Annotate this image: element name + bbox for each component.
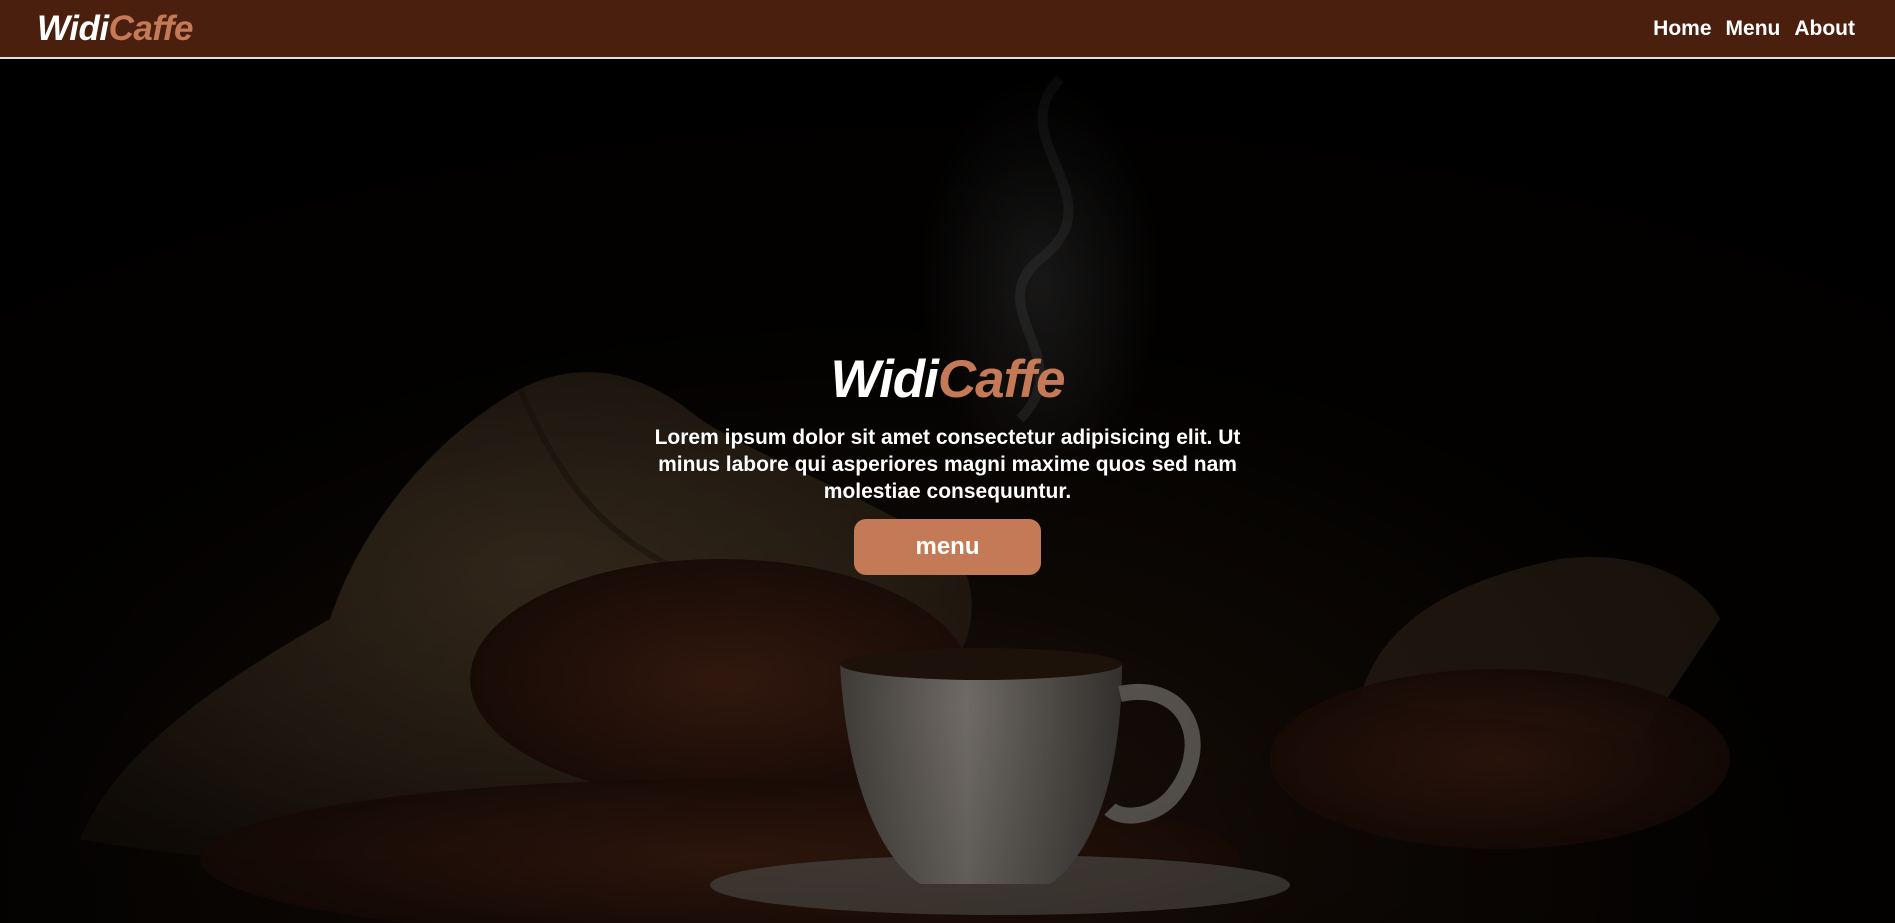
hero-description: Lorem ipsum dolor sit amet consectetur a… (654, 426, 1241, 503)
hero-section: WidiCaffe Lorem ipsum dolor sit amet con… (0, 59, 1895, 923)
brand-logo-part1: Widi (37, 8, 109, 48)
hero-title: WidiCaffe (830, 349, 1066, 410)
brand-logo-part2: Caffe (108, 8, 194, 48)
hero-title-part2: Caffe (937, 350, 1066, 409)
nav-link-home[interactable]: Home (1653, 17, 1711, 41)
brand-logo[interactable]: WidiCaffe (37, 9, 193, 49)
nav-link-menu[interactable]: Menu (1726, 17, 1781, 41)
nav-link-about[interactable]: About (1794, 17, 1855, 41)
navbar: WidiCaffe Home Menu About (0, 0, 1895, 59)
menu-button[interactable]: menu (854, 519, 1041, 575)
hero-title-part1: Widi (830, 350, 939, 409)
nav-links: Home Menu About (1653, 17, 1855, 41)
hero-content: WidiCaffe Lorem ipsum dolor sit amet con… (0, 59, 1895, 923)
